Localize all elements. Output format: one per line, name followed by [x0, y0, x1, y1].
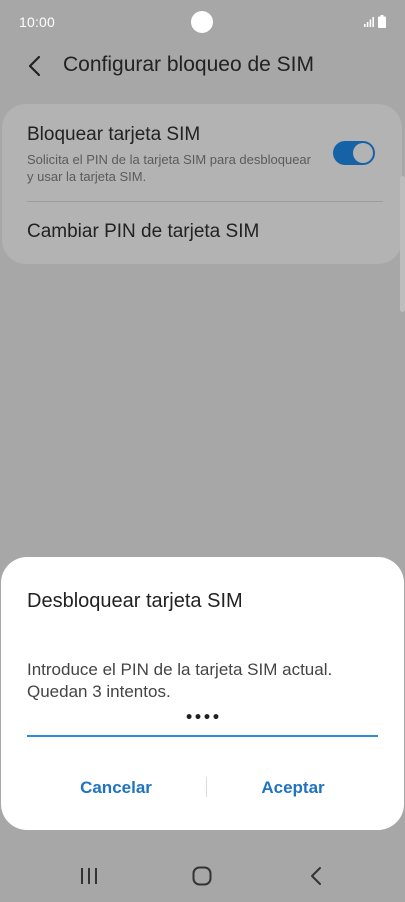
- pin-input[interactable]: [27, 701, 378, 737]
- status-bar: 10:00: [0, 0, 405, 44]
- dialog-message: Introduce el PIN de la tarjeta SIM actua…: [27, 660, 333, 701]
- back-icon: [311, 867, 321, 885]
- chevron-left-icon: [28, 55, 41, 77]
- settings-card: Bloquear tarjeta SIM Solicita el PIN de …: [2, 104, 402, 264]
- battery-icon: [378, 15, 386, 28]
- toggle-knob: [353, 143, 373, 163]
- unlock-sim-dialog: Desbloquear tarjeta SIM Introduce el PIN…: [1, 557, 404, 830]
- setting-change-sim-pin[interactable]: Cambiar PIN de tarjeta SIM: [2, 202, 402, 264]
- home-button[interactable]: [190, 864, 214, 888]
- button-divider: [206, 777, 207, 797]
- nav-back-button[interactable]: [305, 864, 329, 888]
- accept-button[interactable]: Aceptar: [208, 773, 378, 803]
- navigation-bar: [0, 850, 405, 902]
- status-time: 10:00: [19, 14, 56, 30]
- recent-apps-icon: [81, 868, 97, 884]
- setting-lock-sim-card[interactable]: Bloquear tarjeta SIM Solicita el PIN de …: [2, 104, 402, 202]
- setting-lock-sim-description: Solicita el PIN de la tarjeta SIM para d…: [27, 152, 311, 184]
- home-icon: [192, 866, 212, 886]
- recent-apps-button[interactable]: [77, 864, 101, 888]
- scrollbar[interactable]: [400, 176, 405, 312]
- setting-change-sim-pin-label: Cambiar PIN de tarjeta SIM: [27, 221, 260, 242]
- camera-cutout: [191, 11, 213, 33]
- dialog-title: Desbloquear tarjeta SIM: [27, 590, 243, 612]
- lock-sim-toggle[interactable]: [333, 140, 375, 166]
- page-title: Configurar bloqueo de SIM: [63, 53, 314, 76]
- setting-lock-sim-title: Bloquear tarjeta SIM: [27, 124, 201, 145]
- signal-icon: [364, 17, 374, 27]
- back-button[interactable]: [22, 52, 50, 80]
- cancel-button[interactable]: Cancelar: [31, 773, 201, 803]
